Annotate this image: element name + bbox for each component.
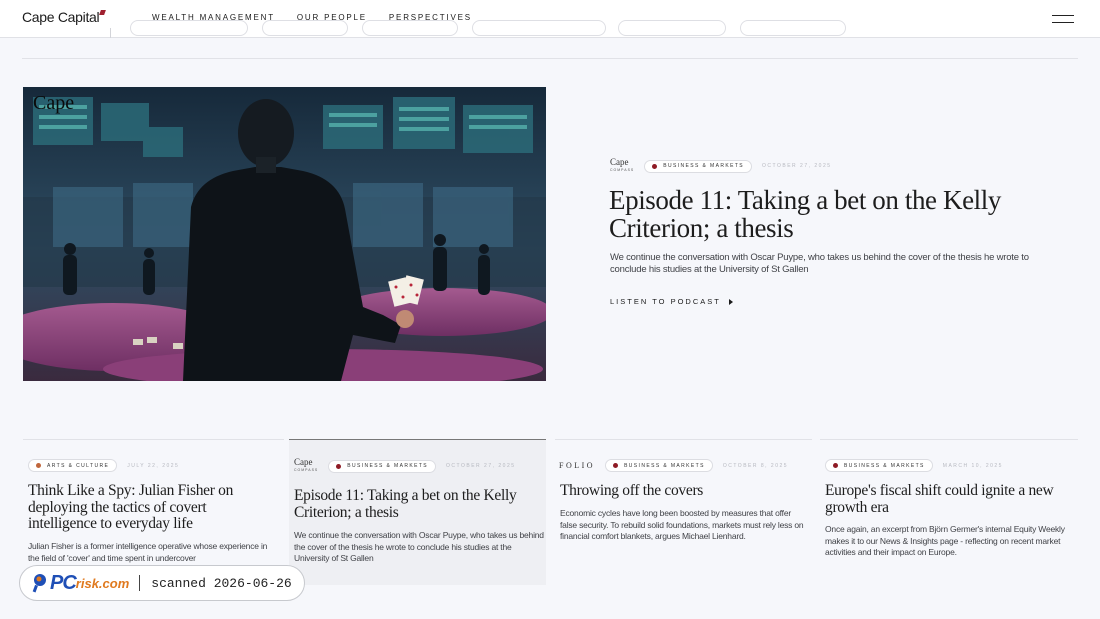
card-title[interactable]: Think Like a Spy: Julian Fisher on deplo… xyxy=(28,482,268,533)
card-description: Economic cycles have long been boosted b… xyxy=(560,508,804,541)
filter-pill[interactable] xyxy=(618,20,726,36)
cape-capital-logo[interactable]: Cape Capital xyxy=(22,9,107,25)
play-arrow-icon xyxy=(728,298,733,305)
filter-pill[interactable] xyxy=(262,20,348,36)
article-card[interactable]: FOLIO BUSINESS & MARKETS OCTOBER 8, 2025… xyxy=(555,439,812,619)
publish-date: MARCH 10, 2025 xyxy=(942,462,1003,469)
publish-date: OCTOBER 27, 2025 xyxy=(762,163,832,169)
card-meta: BUSINESS & MARKETS MARCH 10, 2025 xyxy=(825,459,1003,472)
filter-pill[interactable] xyxy=(362,20,458,36)
card-description: We continue the conversation with Oscar … xyxy=(294,530,544,563)
publish-date: OCTOBER 27, 2025 xyxy=(446,463,516,469)
category-tag[interactable]: BUSINESS & MARKETS xyxy=(605,459,713,472)
card-description: Julian Fisher is a former intelligence o… xyxy=(28,541,268,563)
card-meta: Cape COMPASS BUSINESS & MARKETS OCTOBER 2… xyxy=(294,458,516,474)
card-title[interactable]: Episode 11: Taking a bet on the Kelly Cr… xyxy=(294,487,534,521)
pcrisk-brand-pc: PC xyxy=(50,571,77,594)
watermark-divider xyxy=(139,575,141,591)
card-title[interactable]: Throwing off the covers xyxy=(560,482,800,500)
filter-divider xyxy=(110,28,111,38)
cape-compass-logo: Cape COMPASS xyxy=(294,457,319,473)
logo-mark-icon xyxy=(99,10,107,15)
filter-pill[interactable] xyxy=(472,20,606,36)
category-tag[interactable]: BUSINESS & MARKETS xyxy=(825,459,933,472)
hero-image[interactable]: Cape xyxy=(23,87,546,381)
category-dot-icon xyxy=(833,463,838,468)
publish-date: JULY 22, 2025 xyxy=(127,462,180,469)
filter-pill[interactable] xyxy=(740,20,846,36)
category-dot-icon xyxy=(36,463,41,468)
article-card[interactable]: BUSINESS & MARKETS MARCH 10, 2025 Europe… xyxy=(820,439,1078,619)
magnifier-icon xyxy=(32,574,46,593)
hero-image-logo: Cape xyxy=(33,92,75,114)
hero-meta: Cape COMPASS BUSINESS & MARKETS OCTOBER 2… xyxy=(610,158,832,174)
hero-title[interactable]: Episode 11: Taking a bet on the Kelly Cr… xyxy=(609,186,1049,242)
publish-date: OCTOBER 8, 2025 xyxy=(722,462,789,469)
pcrisk-brand-risk: risk.com xyxy=(75,575,130,591)
category-tag[interactable]: BUSINESS & MARKETS xyxy=(644,159,753,173)
hamburger-menu-icon[interactable] xyxy=(1052,15,1074,23)
card-description: Once again, an excerpt from Björn Germer… xyxy=(825,524,1065,557)
folio-logo: FOLIO xyxy=(559,461,596,470)
category-dot-icon xyxy=(613,463,619,468)
category-tag[interactable]: ARTS & CULTURE xyxy=(28,459,118,472)
article-card[interactable]: Cape COMPASS BUSINESS & MARKETS OCTOBER 2… xyxy=(289,439,546,585)
category-dot-icon xyxy=(336,463,342,469)
filter-pill[interactable] xyxy=(130,20,248,36)
card-meta: FOLIO BUSINESS & MARKETS OCTOBER 8, 2025 xyxy=(559,459,788,472)
category-tag[interactable]: BUSINESS & MARKETS xyxy=(328,459,437,473)
hero-illustration xyxy=(23,87,546,381)
listen-to-podcast-link[interactable]: LISTEN TO PODCAST xyxy=(610,297,733,306)
cape-compass-logo: Cape COMPASS xyxy=(610,157,635,173)
hero-description: We continue the conversation with Oscar … xyxy=(610,252,1029,275)
pcrisk-watermark: PC risk.com scanned 2026-06-26 xyxy=(19,565,305,601)
scan-date: scanned 2026-06-26 xyxy=(151,575,292,591)
section-divider xyxy=(22,58,1078,59)
card-title[interactable]: Europe's fiscal shift could ignite a new… xyxy=(825,482,1065,516)
card-meta: ARTS & CULTURE JULY 22, 2025 xyxy=(28,459,179,472)
category-dot-icon xyxy=(652,163,658,169)
filter-strip xyxy=(22,20,1078,40)
